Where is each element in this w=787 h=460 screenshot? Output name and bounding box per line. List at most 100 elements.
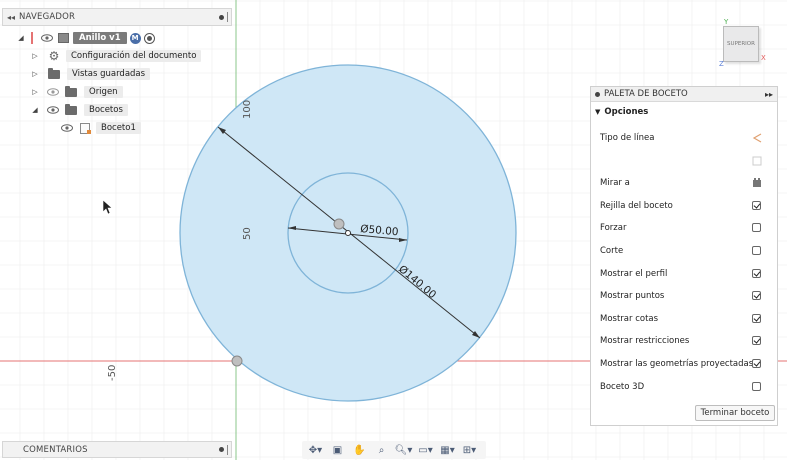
- viewcube-face[interactable]: SUPERIOR: [723, 26, 759, 62]
- checkbox-checked[interactable]: [752, 200, 761, 210]
- palette-row[interactable]: Mostrar cotas: [591, 309, 777, 329]
- tree-item-label[interactable]: Boceto1: [96, 122, 141, 134]
- palette-header[interactable]: PALETA DE BOCETO ▸▸: [591, 87, 777, 102]
- expand-triangle-icon[interactable]: ▷: [31, 70, 39, 78]
- navigator-header[interactable]: ◂◂ NAVEGADOR: [2, 8, 232, 26]
- palette-row-label: Rejilla del boceto: [600, 200, 673, 211]
- pin-icon[interactable]: [595, 91, 600, 97]
- panel-resize-icon[interactable]: [227, 12, 228, 22]
- expand-triangle-icon[interactable]: ▷: [31, 52, 39, 60]
- badge-icon: M: [129, 32, 141, 44]
- tree-item-sketch1[interactable]: Boceto1: [61, 120, 141, 136]
- palette-row[interactable]: Rejilla del boceto: [591, 196, 777, 216]
- eye-hidden-icon[interactable]: [47, 88, 59, 96]
- checkbox-checked[interactable]: [752, 313, 761, 323]
- pan-icon[interactable]: ✋: [350, 445, 369, 456]
- center-point-marker[interactable]: [333, 218, 345, 230]
- folder-icon: [65, 103, 77, 115]
- expand-icon[interactable]: ▸▸: [765, 90, 773, 99]
- eye-icon[interactable]: [61, 124, 73, 132]
- palette-title: PALETA DE BOCETO: [604, 89, 688, 99]
- tree-item-label[interactable]: Vistas guardadas: [67, 68, 151, 80]
- checkbox[interactable]: [752, 381, 761, 391]
- sketch-palette: PALETA DE BOCETO ▸▸ ▼ Opciones Tipo de l…: [590, 86, 778, 426]
- comments-title: COMENTARIOS: [23, 444, 88, 455]
- palette-row[interactable]: Mostrar restricciones: [591, 331, 777, 351]
- orbit-icon[interactable]: ✥▾: [306, 445, 325, 456]
- checkbox[interactable]: [752, 223, 761, 233]
- palette-row[interactable]: Boceto 3D: [591, 377, 777, 397]
- tree-item-doc-settings[interactable]: ▷ ⚙ Configuración del documento: [31, 48, 202, 64]
- axis-y-label: Y: [724, 18, 729, 26]
- sketch-icon: [80, 122, 91, 134]
- checkbox-checked[interactable]: [752, 359, 761, 368]
- comments-controls: [219, 444, 231, 455]
- palette-row-label: Tipo de línea: [600, 133, 655, 143]
- ruler-label-50: 50: [242, 227, 253, 240]
- palette-row-label: Boceto 3D: [600, 381, 645, 392]
- grid-icon[interactable]: ▦▾: [438, 445, 457, 456]
- eye-icon[interactable]: [41, 34, 53, 42]
- pin-icon[interactable]: [219, 14, 224, 20]
- palette-row[interactable]: Mostrar las geometrías proyectadas: [591, 354, 777, 374]
- palette-row[interactable]: Tipo de línea: [591, 128, 777, 148]
- collapse-triangle-icon[interactable]: ◢: [17, 34, 25, 42]
- collapse-triangle-icon[interactable]: ◢: [31, 106, 39, 114]
- axis-x-label: X: [761, 54, 766, 62]
- display-mode-icon[interactable]: ▭▾: [416, 445, 435, 456]
- folder-icon: [48, 67, 60, 79]
- checkbox-checked[interactable]: [752, 268, 761, 278]
- options-section[interactable]: ▼ Opciones: [591, 102, 777, 122]
- tree-item-sketches[interactable]: ◢ Bocetos: [31, 102, 128, 118]
- finish-sketch-button[interactable]: Terminar boceto: [695, 405, 775, 421]
- component-icon: [58, 33, 69, 43]
- ruler-label-100: 100: [242, 100, 253, 119]
- palette-row[interactable]: Corte: [591, 241, 777, 261]
- look-at-icon[interactable]: ▣: [328, 445, 347, 456]
- viewports-icon[interactable]: ⊞▾: [460, 445, 479, 456]
- palette-row-label: Forzar: [600, 223, 627, 234]
- construction-icon[interactable]: [752, 156, 762, 166]
- tree-item-label[interactable]: Origen: [84, 86, 123, 98]
- palette-row[interactable]: Forzar: [591, 218, 777, 238]
- eye-icon[interactable]: [47, 106, 59, 114]
- options-title: Opciones: [604, 107, 649, 117]
- palette-row[interactable]: Mirar a: [591, 173, 777, 193]
- collapse-triangle-icon[interactable]: ▼: [595, 108, 600, 116]
- tree-item-label[interactable]: Bocetos: [84, 104, 128, 116]
- tree-item-origin[interactable]: ▷ Origen: [31, 84, 123, 100]
- panel-resize-icon[interactable]: [227, 444, 228, 455]
- palette-row-label: Mostrar cotas: [600, 313, 659, 324]
- palette-row-label: Mostrar las geometrías proyectadas: [600, 359, 754, 369]
- palette-row[interactable]: Mostrar puntos: [591, 286, 777, 306]
- pin-icon[interactable]: [219, 447, 224, 452]
- zoom-icon[interactable]: 🔍︎▾: [394, 445, 413, 456]
- expand-triangle-icon[interactable]: ▷: [31, 88, 39, 96]
- palette-row-label: Mirar a: [600, 178, 630, 189]
- axis-z-label: Z: [719, 60, 724, 68]
- radio-icon[interactable]: [143, 32, 155, 44]
- tree-item-saved-views[interactable]: ▷ Vistas guardadas: [31, 66, 151, 82]
- active-marker: [31, 32, 39, 44]
- checkbox-checked[interactable]: [752, 336, 761, 346]
- folder-icon: [65, 85, 77, 97]
- mouse-cursor-icon: [102, 199, 113, 215]
- tree-item-label[interactable]: Configuración del documento: [66, 50, 202, 62]
- comments-header[interactable]: COMENTARIOS: [2, 441, 232, 458]
- palette-row[interactable]: Mostrar el perfil: [591, 264, 777, 284]
- checkbox[interactable]: [752, 246, 761, 255]
- linetype-icon[interactable]: [752, 133, 762, 143]
- tree-item-root[interactable]: ◢ Anillo v1 M: [17, 30, 155, 46]
- zoom-fit-icon[interactable]: ⌕: [372, 445, 391, 456]
- palette-row[interactable]: [591, 151, 777, 171]
- origin-point[interactable]: [231, 355, 243, 367]
- palette-row-label: Mostrar puntos: [600, 291, 665, 302]
- palette-row-label: Corte: [600, 246, 624, 256]
- collapse-icon[interactable]: ◂◂: [3, 13, 19, 22]
- navigator-title: NAVEGADOR: [19, 12, 76, 22]
- palette-row-label: Mostrar restricciones: [600, 336, 690, 347]
- tree-item-label[interactable]: Anillo v1: [73, 32, 127, 44]
- center-point[interactable]: [345, 230, 351, 236]
- look-at-icon[interactable]: [752, 178, 761, 188]
- checkbox-checked[interactable]: [752, 291, 761, 301]
